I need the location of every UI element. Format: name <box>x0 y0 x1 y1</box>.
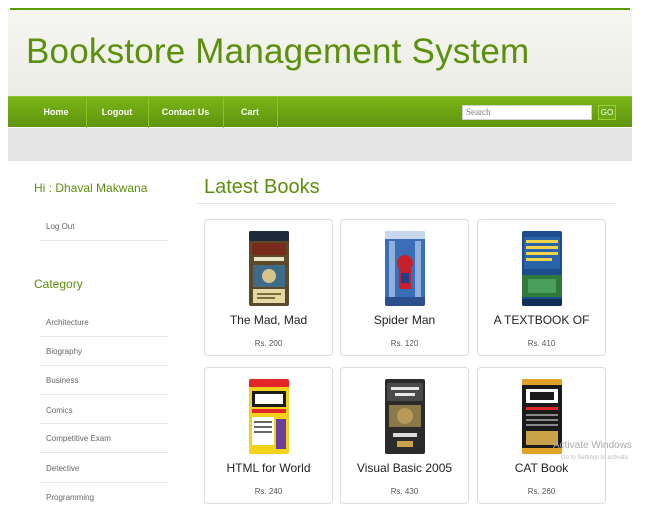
book-price: Rs. 120 <box>390 339 419 348</box>
cost-accounting-book-cover-icon[interactable] <box>522 231 562 306</box>
book-card[interactable]: HTML for World Rs. 240 <box>204 367 333 504</box>
book-title[interactable]: A TEXTBOOK OF <box>478 313 605 327</box>
nav-logout-link[interactable]: Logout <box>86 97 148 128</box>
book-title[interactable]: Visual Basic 2005 <box>341 461 468 475</box>
book-title[interactable]: Spider Man <box>341 313 468 327</box>
book-title[interactable]: The Mad, Mad <box>205 313 332 327</box>
sidebar-divider <box>40 423 168 424</box>
search-go-button[interactable]: GO <box>598 105 616 120</box>
book-card[interactable]: Visual Basic 2005 Rs. 430 <box>340 367 469 504</box>
category-item-competitive-exam[interactable]: Competitive Exam <box>46 434 111 443</box>
book-title[interactable]: HTML for World <box>205 461 332 475</box>
category-item-architecture[interactable]: Architecture <box>46 318 89 327</box>
sidebar-logout-link[interactable]: Log Out <box>46 222 74 231</box>
user-greeting: Hi : Dhaval Makwana <box>34 181 148 195</box>
book-price: Rs. 410 <box>527 339 556 348</box>
latest-books-heading: Latest Books <box>204 176 320 198</box>
main-navbar: Home Logout Contact Us Cart Search GO <box>8 96 632 128</box>
activate-windows-hint: Go to Settings to activate <box>561 455 629 461</box>
book-price: Rs. 200 <box>254 339 283 348</box>
sidebar-divider <box>40 365 168 366</box>
category-item-biography[interactable]: Biography <box>46 347 82 356</box>
site-header: Bookstore Management System <box>8 10 632 96</box>
html-book-cover-icon[interactable] <box>249 379 289 454</box>
cricket-book-cover-icon[interactable] <box>249 231 289 306</box>
activate-windows-watermark: Activate Windows <box>553 440 632 451</box>
book-card[interactable]: The Mad, Mad Rs. 200 <box>204 219 333 356</box>
book-price: Rs. 240 <box>254 487 283 496</box>
category-item-detective[interactable]: Detective <box>46 464 79 473</box>
nav-home-link[interactable]: Home <box>26 97 86 128</box>
book-price: Rs. 430 <box>390 487 419 496</box>
book-title[interactable]: CAT Book <box>478 461 605 475</box>
book-card[interactable]: A TEXTBOOK OF Rs. 410 <box>477 219 606 356</box>
site-title: Bookstore Management System <box>26 32 530 71</box>
category-heading: Category <box>34 277 83 291</box>
category-item-business[interactable]: Business <box>46 376 78 385</box>
nav-divider <box>277 97 278 128</box>
book-card[interactable]: Spider Man Rs. 120 <box>340 219 469 356</box>
book-price: Rs. 260 <box>527 487 556 496</box>
sidebar-divider <box>40 482 168 483</box>
sub-navbar <box>8 128 632 161</box>
sidebar-divider <box>40 336 168 337</box>
heading-divider <box>197 203 615 204</box>
sidebar-divider <box>40 452 168 453</box>
category-item-comics[interactable]: Comics <box>46 406 73 415</box>
sidebar-divider <box>40 394 168 395</box>
spiderman-comic-cover-icon[interactable] <box>385 231 425 306</box>
sidebar-divider <box>40 240 168 241</box>
visual-basic-book-cover-icon[interactable] <box>385 379 425 454</box>
search-input[interactable]: Search <box>462 105 592 120</box>
nav-cart-link[interactable]: Cart <box>223 97 277 128</box>
book-card[interactable]: CAT Book Rs. 260 <box>477 367 606 504</box>
nav-contact-link[interactable]: Contact Us <box>148 97 223 128</box>
category-item-programming[interactable]: Programming <box>46 493 94 502</box>
